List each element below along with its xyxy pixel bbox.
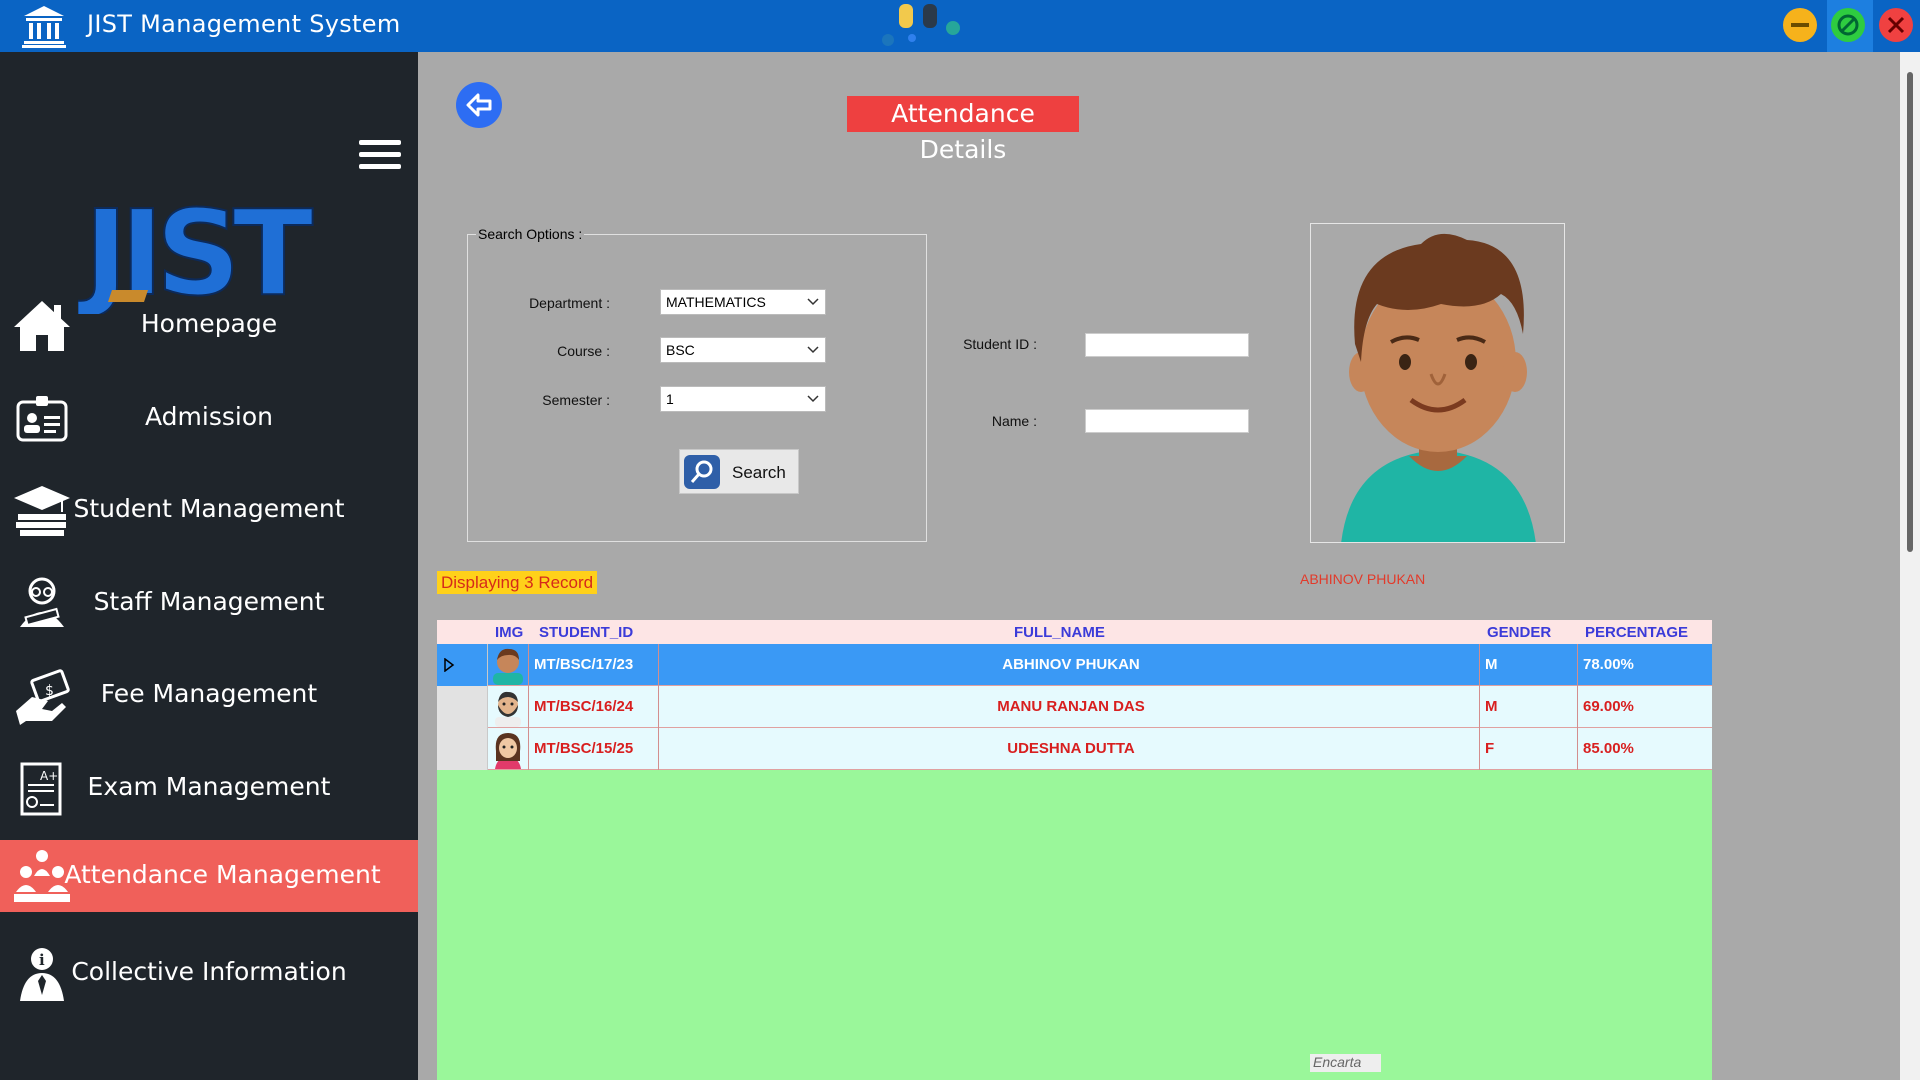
- sidebar-item-staff-management[interactable]: Staff Management: [0, 567, 418, 639]
- back-arrow-icon: [466, 93, 492, 117]
- table-row[interactable]: MT/BSC/16/24 MANU RANJAN DAS M 69.00%: [437, 686, 1712, 728]
- record-count-badge: Displaying 3 Record: [437, 571, 598, 594]
- selected-student-name: ABHINOV PHUKAN: [1300, 571, 1426, 587]
- column-divider: [1479, 728, 1480, 770]
- row-selector-icon: [444, 658, 455, 672]
- institution-icon: [22, 6, 66, 48]
- sidebar-item-student-management[interactable]: Student Management: [0, 474, 418, 546]
- full-name-cell: UDESHNA DUTTA: [1007, 740, 1135, 757]
- student-id-cell: MT/BSC/17/23: [534, 656, 634, 673]
- search-icon: [684, 455, 720, 489]
- boy-avatar-icon: [493, 648, 523, 685]
- full-name-cell: ABHINOV PHUKAN: [1002, 656, 1140, 673]
- maximize-icon: [1837, 14, 1859, 36]
- percentage-cell: 78.00%: [1583, 656, 1634, 673]
- full-name-cell: MANU RANJAN DAS: [997, 698, 1145, 715]
- column-header-percentage[interactable]: PERCENTAGE: [1585, 624, 1688, 641]
- course-select[interactable]: BSC: [660, 337, 826, 363]
- column-divider: [1577, 686, 1578, 728]
- chevron-down-icon: [807, 298, 819, 306]
- gender-cell: M: [1485, 698, 1498, 715]
- minimize-button[interactable]: [1783, 8, 1817, 42]
- gender-cell: M: [1485, 656, 1498, 673]
- column-divider: [528, 728, 529, 770]
- sidebar-item-attendance-management[interactable]: Attendance Management: [0, 840, 418, 912]
- sidebar-item-fee-management[interactable]: $ Fee Management: [0, 659, 418, 731]
- close-button[interactable]: [1879, 8, 1913, 42]
- percentage-cell: 69.00%: [1583, 698, 1634, 715]
- gender-cell: F: [1485, 740, 1495, 757]
- sidebar-item-admission[interactable]: Admission: [0, 382, 418, 454]
- sidebar-item-collective-information[interactable]: i Collective Information: [0, 937, 418, 1009]
- student-id-label: Student ID :: [963, 336, 1037, 352]
- student-avatar-icon: [1341, 233, 1536, 542]
- page-title: Attendance Details: [847, 96, 1079, 164]
- course-label: Course :: [557, 343, 610, 359]
- column-header-student-id[interactable]: STUDENT_ID: [539, 624, 633, 641]
- menu-toggle-icon[interactable]: [359, 140, 401, 172]
- department-label: Department :: [529, 295, 610, 311]
- scroll-thumb[interactable]: [1907, 72, 1913, 552]
- student-id-cell: MT/BSC/15/25: [534, 740, 634, 757]
- maximize-button[interactable]: [1831, 8, 1865, 42]
- minimize-icon: [1791, 23, 1809, 27]
- grid-header: IMG STUDENT_ID FULL_NAME GENDER PERCENTA…: [437, 620, 1712, 644]
- column-divider: [1479, 686, 1480, 728]
- title-bar: JIST Management System: [0, 0, 1920, 52]
- column-divider: [528, 644, 529, 686]
- sidebar-item-exam-management[interactable]: A+ Exam Management: [0, 752, 418, 824]
- row-header[interactable]: [437, 644, 488, 686]
- back-button[interactable]: [456, 82, 502, 128]
- encarta-watermark: Encarta: [1310, 1054, 1381, 1072]
- column-header-full-name[interactable]: FULL_NAME: [1014, 624, 1105, 641]
- percentage-cell: 85.00%: [1583, 740, 1634, 757]
- student-photo: [1310, 223, 1565, 543]
- chevron-down-icon: [807, 395, 819, 403]
- column-divider: [1577, 644, 1578, 686]
- row-header[interactable]: [437, 686, 488, 728]
- table-row[interactable]: MT/BSC/15/25 UDESHNA DUTTA F 85.00%: [437, 728, 1712, 770]
- column-divider: [528, 686, 529, 728]
- sidebar-item-homepage[interactable]: Homepage: [0, 289, 418, 361]
- vertical-scrollbar[interactable]: [1900, 52, 1920, 1080]
- student-id-field[interactable]: [1085, 333, 1249, 357]
- row-header[interactable]: [437, 728, 488, 770]
- column-divider: [1479, 644, 1480, 686]
- bearded-man-avatar-icon: [495, 691, 521, 727]
- search-button[interactable]: Search: [679, 449, 799, 494]
- column-divider: [1577, 728, 1578, 770]
- department-select[interactable]: MATHEMATICS: [660, 289, 826, 315]
- attendance-grid[interactable]: IMG STUDENT_ID FULL_NAME GENDER PERCENTA…: [437, 620, 1712, 1080]
- name-label: Name :: [991, 413, 1037, 429]
- sidebar: JIST Homepage Admission Student Manageme…: [0, 52, 418, 1080]
- search-options-title: Search Options :: [476, 226, 585, 242]
- semester-label: Semester :: [542, 392, 610, 408]
- close-icon: [1887, 16, 1905, 34]
- app-title: JIST Management System: [87, 10, 401, 38]
- student-id-cell: MT/BSC/16/24: [534, 698, 634, 715]
- name-field[interactable]: [1085, 409, 1249, 433]
- column-header-img[interactable]: IMG: [495, 624, 523, 641]
- chevron-down-icon: [807, 346, 819, 354]
- girl-avatar-icon: [495, 733, 521, 769]
- decoration-icon: [882, 4, 960, 46]
- table-row[interactable]: MT/BSC/17/23 ABHINOV PHUKAN M 78.00%: [437, 644, 1712, 686]
- column-header-gender[interactable]: GENDER: [1487, 624, 1551, 641]
- semester-select[interactable]: 1: [660, 386, 826, 412]
